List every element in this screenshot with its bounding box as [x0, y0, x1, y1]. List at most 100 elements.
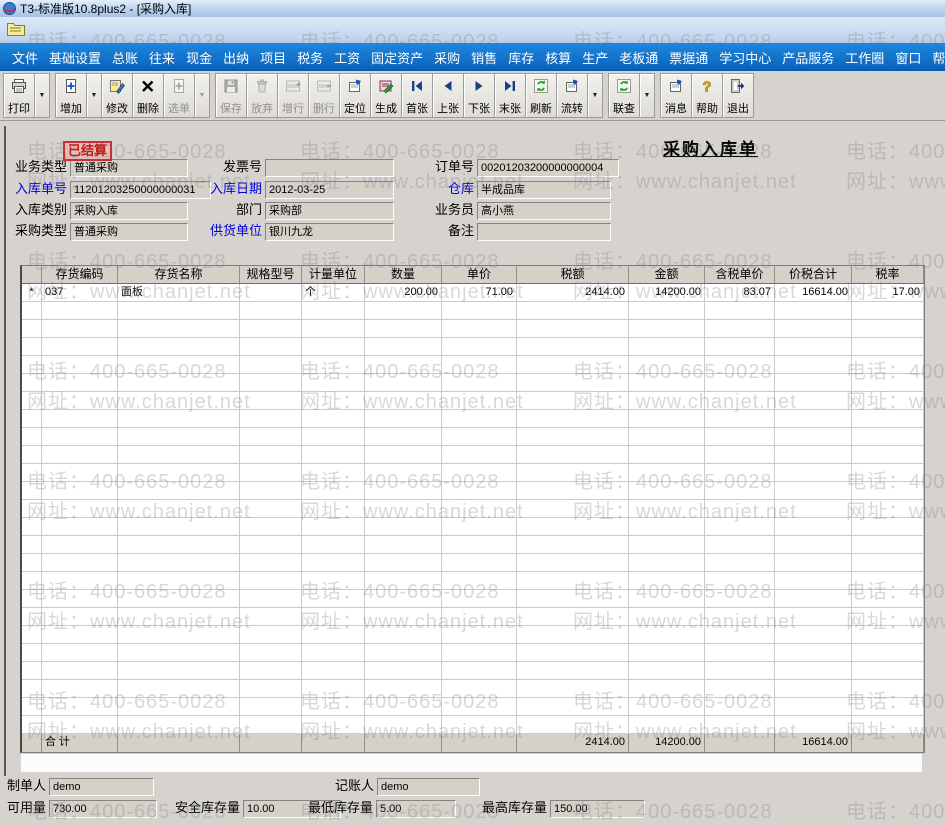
grid-cell[interactable]: 200.00: [365, 284, 442, 302]
field-input-入库类别[interactable]: 采购入库: [70, 202, 188, 220]
grid-empty-cell[interactable]: [240, 680, 302, 698]
field-input-仓库[interactable]: 半成品库: [477, 181, 611, 199]
grid-empty-cell[interactable]: [517, 302, 629, 320]
grid-empty-cell[interactable]: [302, 590, 365, 608]
grid-empty-cell[interactable]: [240, 446, 302, 464]
grid-empty-cell[interactable]: [629, 716, 705, 734]
toolbar-button-form-locate[interactable]: 定位: [339, 73, 371, 118]
grid-empty-cell[interactable]: [365, 716, 442, 734]
grid-empty-cell[interactable]: [517, 482, 629, 500]
grid-empty-cell[interactable]: [852, 338, 924, 356]
grid-empty-cell[interactable]: [775, 392, 852, 410]
grid-empty-cell[interactable]: [705, 374, 775, 392]
grid-empty-cell[interactable]: [302, 464, 365, 482]
field-input-订单号[interactable]: 00201203200000000004: [477, 159, 619, 177]
grid-empty-cell[interactable]: [442, 698, 517, 716]
grid-empty-cell[interactable]: [629, 698, 705, 716]
grid-empty-cell[interactable]: [852, 590, 924, 608]
field-input-业务类型[interactable]: 普通采购: [70, 159, 188, 177]
grid-empty-cell[interactable]: [302, 626, 365, 644]
menu-item-核算[interactable]: 核算: [541, 48, 575, 67]
grid-empty-cell[interactable]: [705, 608, 775, 626]
grid-cell[interactable]: 037: [42, 284, 118, 302]
grid-empty-cell[interactable]: [517, 536, 629, 554]
grid-empty-cell[interactable]: [705, 518, 775, 536]
grid-cell[interactable]: 83.07: [705, 284, 775, 302]
grid-empty-cell[interactable]: [775, 698, 852, 716]
grid-cell[interactable]: 2414.00: [517, 284, 629, 302]
grid-empty-cell[interactable]: [705, 428, 775, 446]
grid-empty-cell[interactable]: [705, 302, 775, 320]
grid-empty-cell[interactable]: [705, 500, 775, 518]
grid-empty-cell[interactable]: [118, 464, 240, 482]
grid-empty-cell[interactable]: [302, 446, 365, 464]
grid-empty-cell[interactable]: [705, 464, 775, 482]
grid-empty-cell[interactable]: [852, 374, 924, 392]
grid-empty-cell[interactable]: [365, 374, 442, 392]
grid-empty-cell[interactable]: [22, 374, 42, 392]
grid-empty-cell[interactable]: [365, 446, 442, 464]
menu-item-项目[interactable]: 项目: [256, 48, 290, 67]
grid-cell[interactable]: 16614.00: [775, 284, 852, 302]
menu-item-税务[interactable]: 税务: [293, 48, 327, 67]
grid-empty-cell[interactable]: [775, 338, 852, 356]
grid-empty-cell[interactable]: [22, 572, 42, 590]
grid-empty-cell[interactable]: [705, 338, 775, 356]
grid-empty-cell[interactable]: [705, 536, 775, 554]
toolbar-dropdown-doc-select[interactable]: ▼: [194, 73, 210, 118]
toolbar-button-refresh[interactable]: 刷新: [525, 73, 557, 118]
grid-empty-cell[interactable]: [118, 716, 240, 734]
grid-cell[interactable]: 14200.00: [629, 284, 705, 302]
grid-empty-cell[interactable]: [775, 644, 852, 662]
field-input-业务员[interactable]: 高小燕: [477, 202, 611, 220]
menu-item-产品服务[interactable]: 产品服务: [778, 48, 838, 67]
toolbar-button-nav-prev[interactable]: 上张: [432, 73, 464, 118]
grid-empty-cell[interactable]: [517, 338, 629, 356]
grid-empty-cell[interactable]: [365, 698, 442, 716]
grid-empty-cell[interactable]: [442, 518, 517, 536]
grid-empty-cell[interactable]: [365, 590, 442, 608]
grid-empty-cell[interactable]: [42, 320, 118, 338]
grid-empty-cell[interactable]: [240, 572, 302, 590]
grid-empty-cell[interactable]: [852, 482, 924, 500]
toolbar-dropdown-link-query[interactable]: ▼: [639, 73, 655, 118]
toolbar-button-link-query[interactable]: 联查: [608, 73, 640, 118]
grid-empty-cell[interactable]: [240, 320, 302, 338]
grid-empty-cell[interactable]: [517, 698, 629, 716]
toolbar-button-help[interactable]: ? 帮助: [691, 73, 723, 118]
grid-empty-cell[interactable]: [240, 590, 302, 608]
grid-empty-cell[interactable]: [42, 626, 118, 644]
grid-empty-cell[interactable]: [442, 392, 517, 410]
grid-empty-cell[interactable]: [775, 554, 852, 572]
grid-empty-cell[interactable]: [852, 536, 924, 554]
grid-empty-cell[interactable]: [365, 518, 442, 536]
grid-empty-cell[interactable]: [442, 500, 517, 518]
grid-empty-cell[interactable]: [240, 410, 302, 428]
grid-empty-cell[interactable]: [775, 482, 852, 500]
grid-empty-cell[interactable]: [302, 356, 365, 374]
grid-empty-cell[interactable]: [629, 464, 705, 482]
grid-empty-cell[interactable]: [302, 608, 365, 626]
grid-cell[interactable]: *: [22, 284, 42, 302]
grid-empty-cell[interactable]: [42, 374, 118, 392]
grid-empty-cell[interactable]: [118, 446, 240, 464]
grid-cell[interactable]: 面板: [118, 284, 240, 302]
folder-icon[interactable]: [6, 21, 26, 37]
grid-empty-cell[interactable]: [42, 554, 118, 572]
grid-empty-cell[interactable]: [442, 536, 517, 554]
grid-empty-cell[interactable]: [22, 608, 42, 626]
grid-empty-cell[interactable]: [705, 446, 775, 464]
grid-empty-cell[interactable]: [365, 464, 442, 482]
grid-empty-cell[interactable]: [705, 320, 775, 338]
grid-empty-cell[interactable]: [629, 662, 705, 680]
toolbar-button-nav-first[interactable]: 首张: [401, 73, 433, 118]
grid-empty-cell[interactable]: [852, 410, 924, 428]
grid-empty-cell[interactable]: [22, 338, 42, 356]
grid-empty-cell[interactable]: [775, 626, 852, 644]
grid-empty-cell[interactable]: [365, 410, 442, 428]
grid-empty-cell[interactable]: [517, 464, 629, 482]
grid-empty-cell[interactable]: [42, 572, 118, 590]
grid-empty-cell[interactable]: [442, 482, 517, 500]
field-input-部门[interactable]: 采购部: [265, 202, 394, 220]
grid-empty-cell[interactable]: [629, 410, 705, 428]
